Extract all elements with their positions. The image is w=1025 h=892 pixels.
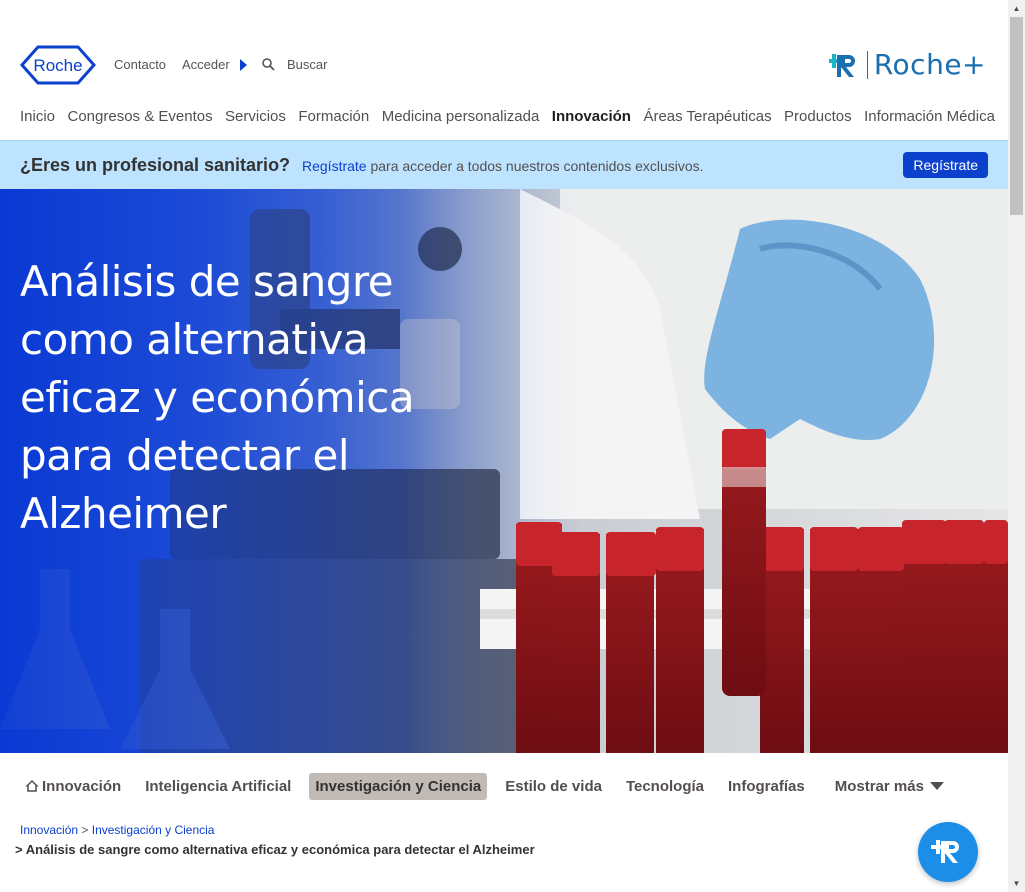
subnav-item-investigacion-ciencia[interactable]: Investigación y Ciencia: [309, 772, 488, 800]
main-nav: Inicio Congresos & Eventos Servicios For…: [20, 108, 995, 125]
breadcrumb-current-prefix: >: [15, 842, 23, 857]
login-label: Acceder: [182, 57, 230, 72]
nav-item-innovacion[interactable]: Innovación: [552, 108, 631, 125]
register-button[interactable]: Regístrate: [903, 152, 988, 178]
breadcrumb: Innovación > Investigación y Ciencia: [20, 823, 214, 837]
roche-plus-fab-icon: [931, 840, 959, 863]
show-more-label: Mostrar más: [834, 777, 924, 795]
subnav-item-tecnologia[interactable]: Tecnología: [620, 773, 710, 800]
subnav-label-innovacion: Innovación: [42, 777, 122, 795]
register-banner: ¿Eres un profesional sanitario? Regístra…: [0, 140, 1008, 190]
subnav-item-estilo-de-vida[interactable]: Estilo de vida: [499, 773, 608, 800]
banner-question: ¿Eres un profesional sanitario?: [20, 155, 291, 175]
nav-item-servicios[interactable]: Servicios: [225, 108, 286, 125]
roche-logo[interactable]: Roche: [19, 45, 97, 85]
breadcrumb-separator: >: [81, 823, 89, 837]
nav-item-inicio[interactable]: Inicio: [20, 108, 55, 125]
breadcrumb-innovacion[interactable]: Innovación: [20, 823, 78, 837]
roche-plus-logo[interactable]: Roche+: [828, 48, 986, 81]
contact-link[interactable]: Contacto: [114, 57, 166, 72]
roche-plus-icon: [828, 53, 855, 77]
nav-item-medicina-personalizada[interactable]: Medicina personalizada: [382, 108, 540, 125]
search-icon: [262, 58, 275, 71]
search-label: Buscar: [287, 57, 328, 72]
subnav-item-inteligencia-artificial[interactable]: Inteligencia Artificial: [139, 773, 297, 800]
page: Roche Contacto Acceder Buscar Roche+ Ini…: [0, 0, 1008, 892]
show-more-button[interactable]: Mostrar más: [829, 773, 950, 800]
banner-register-link[interactable]: Regístrate: [302, 158, 367, 174]
scroll-down-arrow-icon[interactable]: ▼: [1008, 875, 1025, 892]
nav-item-areas-terapeuticas[interactable]: Áreas Terapéuticas: [643, 108, 771, 125]
scroll-up-arrow-icon[interactable]: ▲: [1008, 0, 1025, 17]
sub-nav: Innovación Inteligencia Artificial Inves…: [20, 771, 962, 801]
hero-image: Análisis de sangre como alternativa efic…: [0, 189, 1008, 753]
login-link[interactable]: Acceder: [182, 57, 247, 72]
subnav-item-innovacion[interactable]: Innovación: [20, 773, 127, 800]
breadcrumb-investigacion[interactable]: Investigación y Ciencia: [92, 823, 215, 837]
contact-label: Contacto: [114, 57, 167, 72]
banner-text-block: Regístrate para acceder a todos nuestros…: [302, 158, 704, 174]
search-link[interactable]: Buscar: [262, 57, 327, 72]
banner-text: para acceder a todos nuestros contenidos…: [366, 158, 704, 174]
caret-right-icon: [239, 58, 247, 71]
roche-plus-chat-button[interactable]: [918, 822, 978, 882]
scrollbar-thumb[interactable]: [1010, 17, 1023, 215]
page-scrollbar[interactable]: ▲ ▼: [1008, 0, 1025, 892]
hero-title: Análisis de sangre como alternativa efic…: [20, 257, 415, 538]
caret-down-icon: [929, 781, 944, 790]
breadcrumb-current-row: > Análisis de sangre como alternativa ef…: [15, 842, 535, 857]
nav-item-congresos[interactable]: Congresos & Eventos: [68, 108, 213, 125]
home-icon: [26, 779, 38, 792]
breadcrumb-current: Análisis de sangre como alternativa efic…: [25, 842, 535, 857]
subnav-item-infografias[interactable]: Infografías: [722, 773, 811, 800]
logo-text: Roche: [33, 56, 82, 75]
header: Roche Contacto Acceder Buscar Roche+: [19, 40, 990, 90]
nav-item-productos[interactable]: Productos: [784, 108, 852, 125]
nav-item-formacion[interactable]: Formación: [298, 108, 369, 125]
roche-plus-text: Roche+: [873, 48, 986, 81]
nav-item-informacion-medica[interactable]: Información Médica: [864, 108, 995, 125]
